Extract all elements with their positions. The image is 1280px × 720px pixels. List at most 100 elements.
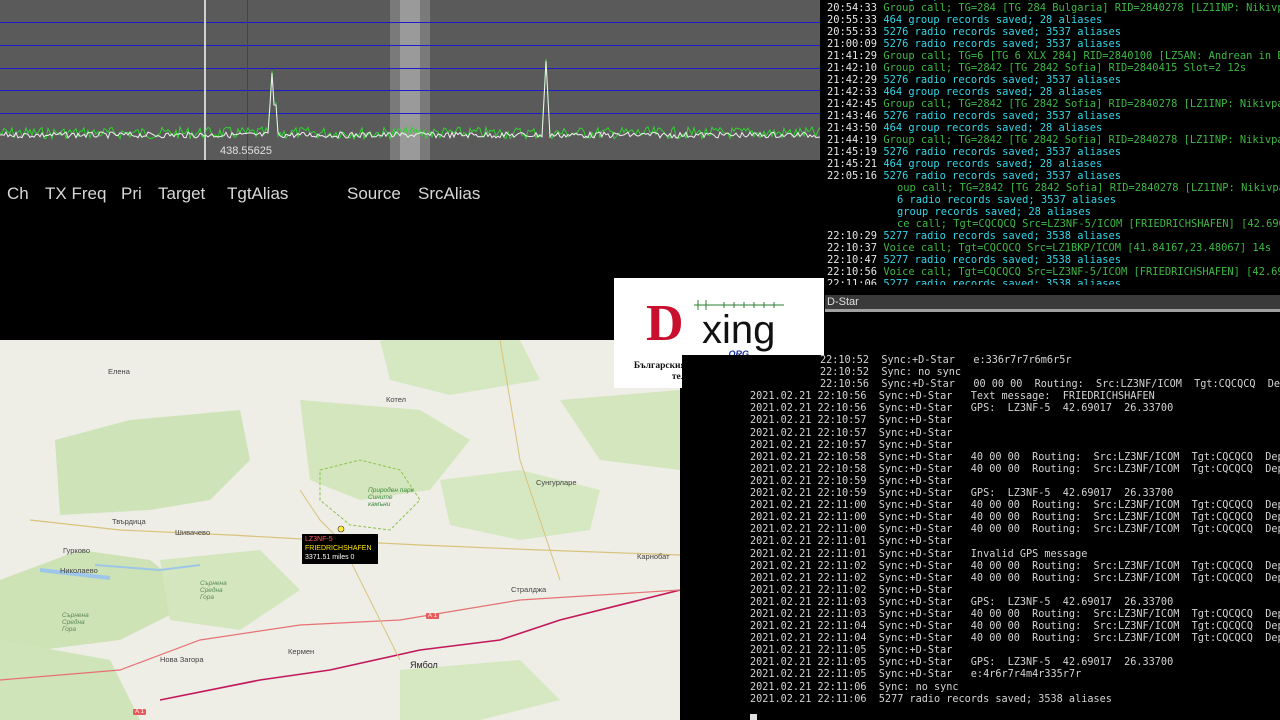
console-line: 2021.02.21 22:11:05 Sync:+D-Star GPS: LZ…: [750, 657, 1174, 669]
log-message: 5277 radio records saved; 3538 aliases: [883, 278, 1122, 285]
log-message: 5277 radio records saved; 3538 aliases: [883, 254, 1122, 266]
town-label: Шивачево: [175, 528, 211, 537]
log-time: 22:10:29: [827, 230, 878, 242]
mountain-label: Сърнена Средна Гора: [62, 612, 89, 633]
log-line: 22:05:16 5276 radio records saved; 3537 …: [825, 170, 1280, 182]
town-label: Ямбол: [410, 660, 438, 670]
park-label: Природен парк Сините камъни: [368, 487, 414, 508]
log-line: 22:10:29 5277 radio records saved; 3538 …: [825, 230, 1280, 242]
log-time: 22:10:56: [827, 266, 878, 278]
callout-callsign: LZ3NF-5: [305, 536, 333, 543]
log-message: 6 radio records saved; 3537 aliases: [897, 194, 1116, 206]
log-line: 6 radio records saved; 3537 aliases: [825, 194, 1280, 206]
log-time: 21:42:29: [827, 74, 878, 86]
log-time: 20:55:33: [827, 26, 878, 38]
console-line: 2021.02.21 22:11:06 5277 radio records s…: [750, 693, 1112, 705]
log-line: 22:11:06 5277 radio records saved; 3538 …: [825, 278, 1280, 285]
town-label: Сунгурларе: [536, 478, 577, 487]
column-source[interactable]: Source: [347, 184, 401, 204]
log-time: 22:11:06: [827, 278, 878, 285]
log-message: oup call; TG=2842 [TG 2842 Sofia] RID=28…: [897, 182, 1280, 194]
log-line: 21:41:29 Group call; TG=6 [TG 6 XLX 284]…: [825, 50, 1280, 62]
column-srcalias[interactable]: SrcAlias: [418, 184, 480, 204]
log-message: group records saved; 28 aliases: [897, 206, 1091, 218]
road-label: А 1: [426, 613, 440, 619]
log-time: 21:45:21: [827, 158, 878, 170]
log-time: 21:42:45: [827, 98, 878, 110]
log-line: 22:10:37 Voice call; Tgt=CQCQCQ Src=LZ1B…: [825, 242, 1280, 254]
console-line: 2021.02.21 22:10:59 Sync:+D-Star: [750, 475, 953, 487]
console-cursor: [750, 714, 757, 720]
log-message: Group call; TG=6 [TG 6 XLX 284] RID=2840…: [883, 50, 1280, 62]
column-pri[interactable]: Pri: [121, 184, 142, 204]
callout-distance: 3371.51 miles 0: [305, 554, 355, 561]
log-message: 5276 radio records saved; 3537 aliases: [883, 110, 1122, 122]
console-line: 2021.02.21 22:10:58 Sync:+D-Star 40 00 0…: [750, 451, 1280, 463]
log-message: 5276 radio records saved; 3537 aliases: [883, 74, 1122, 86]
console-line: 2021.02.21 22:11:05 Sync:+D-Star e:4r6r7…: [750, 669, 1082, 681]
console-line: 2021.02.21 22:11:06 Sync: no sync: [750, 681, 959, 693]
column-ch[interactable]: Ch: [7, 184, 29, 204]
dstar-tab[interactable]: D-Star: [825, 295, 1280, 309]
town-label: Кермен: [288, 647, 315, 656]
log-line: 22:10:47 5277 radio records saved; 3538 …: [825, 254, 1280, 266]
station-callout[interactable]: LZ3NF-5 FRIEDRICHSHAFEN 3371.51 miles 0: [302, 534, 378, 564]
log-time: 20:54:33: [827, 2, 878, 14]
log-message: 5276 radio records saved; 3537 aliases: [883, 146, 1122, 158]
log-line: 22:10:56 Voice call; Tgt=CQCQCQ Src=LZ3N…: [825, 266, 1280, 278]
log-message: Voice call; Tgt=CQCQCQ Src=LZ1BKP/ICOM […: [883, 242, 1272, 254]
log-message: 5277 radio records saved; 3538 aliases: [883, 230, 1122, 242]
console-line: 2021.02.21 22:11:00 Sync:+D-Star 40 00 0…: [750, 524, 1280, 536]
log-time: 21:44:19: [827, 134, 878, 146]
log-line: oup call; TG=2842 [TG 2842 Sofia] RID=28…: [825, 182, 1280, 194]
log-line: ce call; Tgt=CQCQCQ Src=LZ3NF-5/ICOM [FR…: [825, 218, 1280, 230]
log-line: 21:42:33 464 group records saved; 28 ali…: [825, 86, 1280, 98]
log-line: 21:00:09 5276 radio records saved; 3537 …: [825, 38, 1280, 50]
log-message: ce call; Tgt=CQCQCQ Src=LZ3NF-5/ICOM [FR…: [897, 218, 1280, 230]
log-message: 464 group records saved; 28 aliases: [883, 86, 1103, 98]
spectrum-trace-line: [0, 58, 820, 141]
log-message: 5276 radio records saved; 3537 aliases: [883, 38, 1122, 50]
log-message: Group call; TG=2842 [TG 2842 Sofia] RID=…: [883, 62, 1247, 74]
log-message: Group call; TG=284 [TG 284 Bulgaria] RID…: [883, 2, 1280, 14]
town-label: Карнобат: [637, 552, 670, 561]
map-view[interactable]: Елена Котел Твърдица Шивачево Гурково Ни…: [0, 340, 680, 720]
console-line: 2021.02.21 22:11:01 Sync:+D-Star: [750, 536, 953, 548]
console-line: 2021.02.21 22:11:04 Sync:+D-Star 40 00 0…: [750, 621, 1280, 633]
event-log[interactable]: 20:47:46 464 group records saved; 28 ali…: [825, 0, 1280, 285]
column-target[interactable]: Target: [158, 184, 205, 204]
decoder-console[interactable]: 22:10:52 Sync:+D-Star e:336r7r7r6m6r5r 22…: [682, 355, 1280, 720]
console-line: 2021.02.21 22:11:02 Sync:+D-Star 40 00 0…: [750, 572, 1280, 584]
column-tgtalias[interactable]: TgtAlias: [227, 184, 288, 204]
console-line: 2021.02.21 22:11:01 Sync:+D-Star Invalid…: [750, 548, 1088, 560]
log-line: 21:44:19 Group call; TG=2842 [TG 2842 So…: [825, 134, 1280, 146]
log-message: 5276 radio records saved; 3537 aliases: [883, 170, 1122, 182]
console-line: 22:10:56 Sync:+D-Star 00 00 00 Routing: …: [820, 379, 1280, 391]
mountain-label: Сърнена Средна Гора: [200, 580, 227, 601]
log-time: 21:43:46: [827, 110, 878, 122]
log-message: 464 group records saved; 28 aliases: [883, 122, 1103, 134]
console-line: 2021.02.21 22:10:56 Sync:+D-Star GPS: LZ…: [750, 403, 1174, 415]
log-time: 21:45:19: [827, 146, 878, 158]
log-time: 22:10:37: [827, 242, 878, 254]
column-tx-freq[interactable]: TX Freq: [45, 184, 106, 204]
log-line: 21:42:45 Group call; TG=2842 [TG 2842 So…: [825, 98, 1280, 110]
console-line: 2021.02.21 22:10:57 Sync:+D-Star: [750, 439, 953, 451]
log-message: Voice call; Tgt=CQCQCQ Src=LZ3NF-5/ICOM …: [883, 266, 1280, 278]
callout-message: FRIEDRICHSHAFEN: [305, 545, 372, 552]
spectrum-trace-line: [0, 60, 820, 140]
log-time: 20:55:33: [827, 14, 878, 26]
road-label: А 1: [133, 709, 147, 715]
town-label: Твърдица: [112, 517, 146, 526]
spectrum-display[interactable]: 438.55625: [0, 0, 820, 160]
console-line: 2021.02.21 22:11:03 Sync:+D-Star 40 00 0…: [750, 608, 1280, 620]
console-line: 2021.02.21 22:11:04 Sync:+D-Star 40 00 0…: [750, 633, 1280, 645]
console-line: 2021.02.21 22:11:02 Sync:+D-Star: [750, 584, 953, 596]
console-line: 2021.02.21 22:10:58 Sync:+D-Star 40 00 0…: [750, 463, 1280, 475]
log-time: 21:42:33: [827, 86, 878, 98]
log-message: 464 group records saved; 28 aliases: [883, 14, 1103, 26]
log-message: 5276 radio records saved; 3537 aliases: [883, 26, 1122, 38]
log-line: 21:43:46 5276 radio records saved; 3537 …: [825, 110, 1280, 122]
console-line: 22:10:52 Sync: no sync: [820, 367, 962, 379]
log-time: 21:41:29: [827, 50, 878, 62]
